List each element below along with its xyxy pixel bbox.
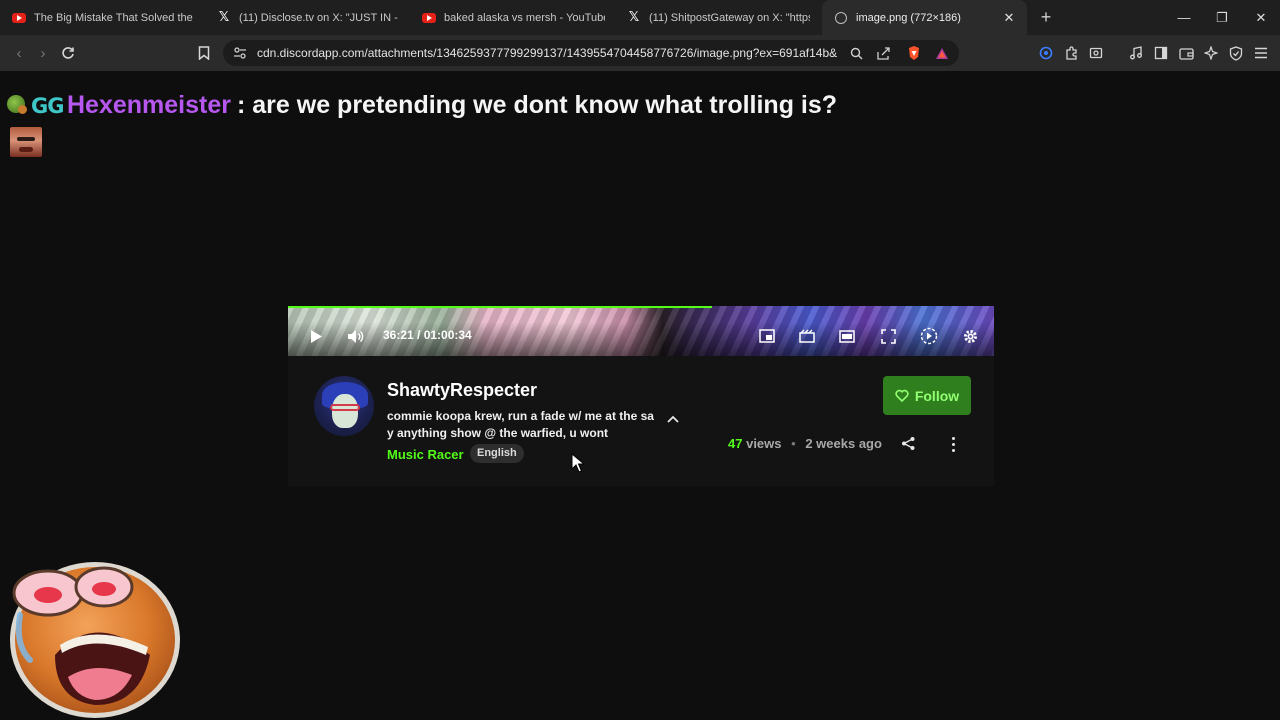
follow-button[interactable]: Follow xyxy=(883,376,971,415)
forward-icon[interactable]: › xyxy=(32,42,54,64)
heart-icon xyxy=(895,389,909,402)
mini-player-icon[interactable] xyxy=(758,325,776,347)
fullscreen-icon[interactable] xyxy=(879,325,897,347)
stream-title: commie koopa krew, run a fade w/ me at t… xyxy=(387,409,654,440)
face-emote-icon xyxy=(10,127,42,157)
message-text: : are we pretending we dont know what tr… xyxy=(237,91,838,119)
mouse-cursor-icon xyxy=(571,452,586,473)
message-username[interactable]: Hexenmeister xyxy=(67,91,231,120)
back-icon[interactable]: ‹ xyxy=(8,42,30,64)
settings-gear-icon[interactable] xyxy=(960,325,980,347)
channel-info-panel: ShawtyRespecter commie koopa krew, run a… xyxy=(288,356,994,486)
address-bar[interactable]: cdn.discordapp.com/attachments/134625937… xyxy=(223,40,959,66)
youtube-icon xyxy=(12,11,26,25)
follow-label: Follow xyxy=(914,387,960,404)
restore-icon[interactable]: ❐ xyxy=(1203,0,1241,35)
avatar[interactable] xyxy=(314,376,374,436)
playback-time: 36:21 / 01:00:34 xyxy=(383,328,472,342)
tab-title: image.png (772×186) xyxy=(856,11,961,24)
site-settings-icon[interactable] xyxy=(233,47,247,59)
extensions-icon[interactable] xyxy=(1063,44,1081,62)
channel-name[interactable]: ShawtyRespecter xyxy=(387,380,537,401)
tab-title: (11) Disclose.tv on X: "JUST IN - UK r xyxy=(239,11,400,24)
reload-icon[interactable] xyxy=(57,42,79,64)
sidebar-icon[interactable] xyxy=(1152,44,1170,62)
chevron-up-icon[interactable] xyxy=(666,412,680,424)
clip-icon[interactable] xyxy=(798,325,816,347)
view-stats: 47 views • 2 weeks ago xyxy=(728,436,882,451)
x-icon: 𝕏 xyxy=(218,10,230,25)
screenshot-icon[interactable] xyxy=(1087,44,1105,62)
youtube-icon xyxy=(422,11,436,25)
bookmark-icon[interactable] xyxy=(193,42,215,64)
user-badges: GG xyxy=(7,94,64,118)
views-label: views xyxy=(746,436,782,451)
media-icon[interactable] xyxy=(1127,44,1145,62)
zoom-icon[interactable] xyxy=(847,45,865,61)
upload-age: 2 weeks ago xyxy=(805,436,882,451)
tab-strip: The Big Mistake That Solved the Lou 𝕏 (1… xyxy=(0,0,1280,35)
volume-icon[interactable] xyxy=(346,325,366,347)
vpn-icon[interactable] xyxy=(1037,44,1055,62)
tab-title: baked alaska vs mersh - YouTube xyxy=(444,11,605,24)
fruit-badge-icon xyxy=(7,95,27,114)
new-tab-button[interactable]: + xyxy=(1032,0,1060,35)
close-window-icon[interactable]: ✕ xyxy=(1242,0,1280,35)
language-tag[interactable]: English xyxy=(470,444,524,463)
tab-title: (11) ShitpostGateway on X: "https://t xyxy=(649,11,810,24)
tab-active[interactable]: image.png (772×186) ✕ xyxy=(822,0,1027,35)
tab-title: The Big Mistake That Solved the Lou xyxy=(34,11,195,24)
share-page-icon[interactable] xyxy=(875,45,893,61)
view-count: 47 xyxy=(728,436,743,451)
share-icon[interactable] xyxy=(901,436,917,452)
progress-bar[interactable] xyxy=(288,306,712,308)
brave-shields-icon[interactable] xyxy=(905,45,923,61)
tab-1[interactable]: 𝕏 (11) Disclose.tv on X: "JUST IN - UK r xyxy=(205,0,410,35)
playback-speed-icon[interactable] xyxy=(919,325,939,347)
separator-dot: • xyxy=(791,436,796,451)
tab-2[interactable]: baked alaska vs mersh - YouTube xyxy=(410,0,615,35)
brave-rewards-icon[interactable] xyxy=(933,45,951,61)
shield-icon[interactable] xyxy=(1227,44,1245,62)
crying-emote-icon xyxy=(0,535,185,720)
globe-icon xyxy=(834,11,848,25)
toolbar: ‹ › cdn.discordapp.com/attachments/13462… xyxy=(0,35,1280,71)
gg-badge-icon: GG xyxy=(31,94,64,118)
more-options-icon[interactable] xyxy=(948,435,958,453)
tab-3[interactable]: 𝕏 (11) ShitpostGateway on X: "https://t xyxy=(615,0,820,35)
x-icon: 𝕏 xyxy=(628,10,640,25)
theater-mode-icon[interactable] xyxy=(838,325,856,347)
minimize-icon[interactable]: — xyxy=(1165,0,1203,35)
leo-ai-icon[interactable] xyxy=(1202,44,1220,62)
close-tab-icon[interactable]: ✕ xyxy=(1001,10,1017,26)
url-text: cdn.discordapp.com/attachments/134625937… xyxy=(257,46,837,60)
tab-0[interactable]: The Big Mistake That Solved the Lou xyxy=(0,0,205,35)
category-link[interactable]: Music Racer xyxy=(387,447,464,462)
video-player[interactable]: 36:21 / 01:00:34 xyxy=(288,306,994,356)
menu-icon[interactable] xyxy=(1252,44,1270,62)
play-icon[interactable] xyxy=(308,325,324,347)
wallet-icon[interactable] xyxy=(1177,44,1195,62)
